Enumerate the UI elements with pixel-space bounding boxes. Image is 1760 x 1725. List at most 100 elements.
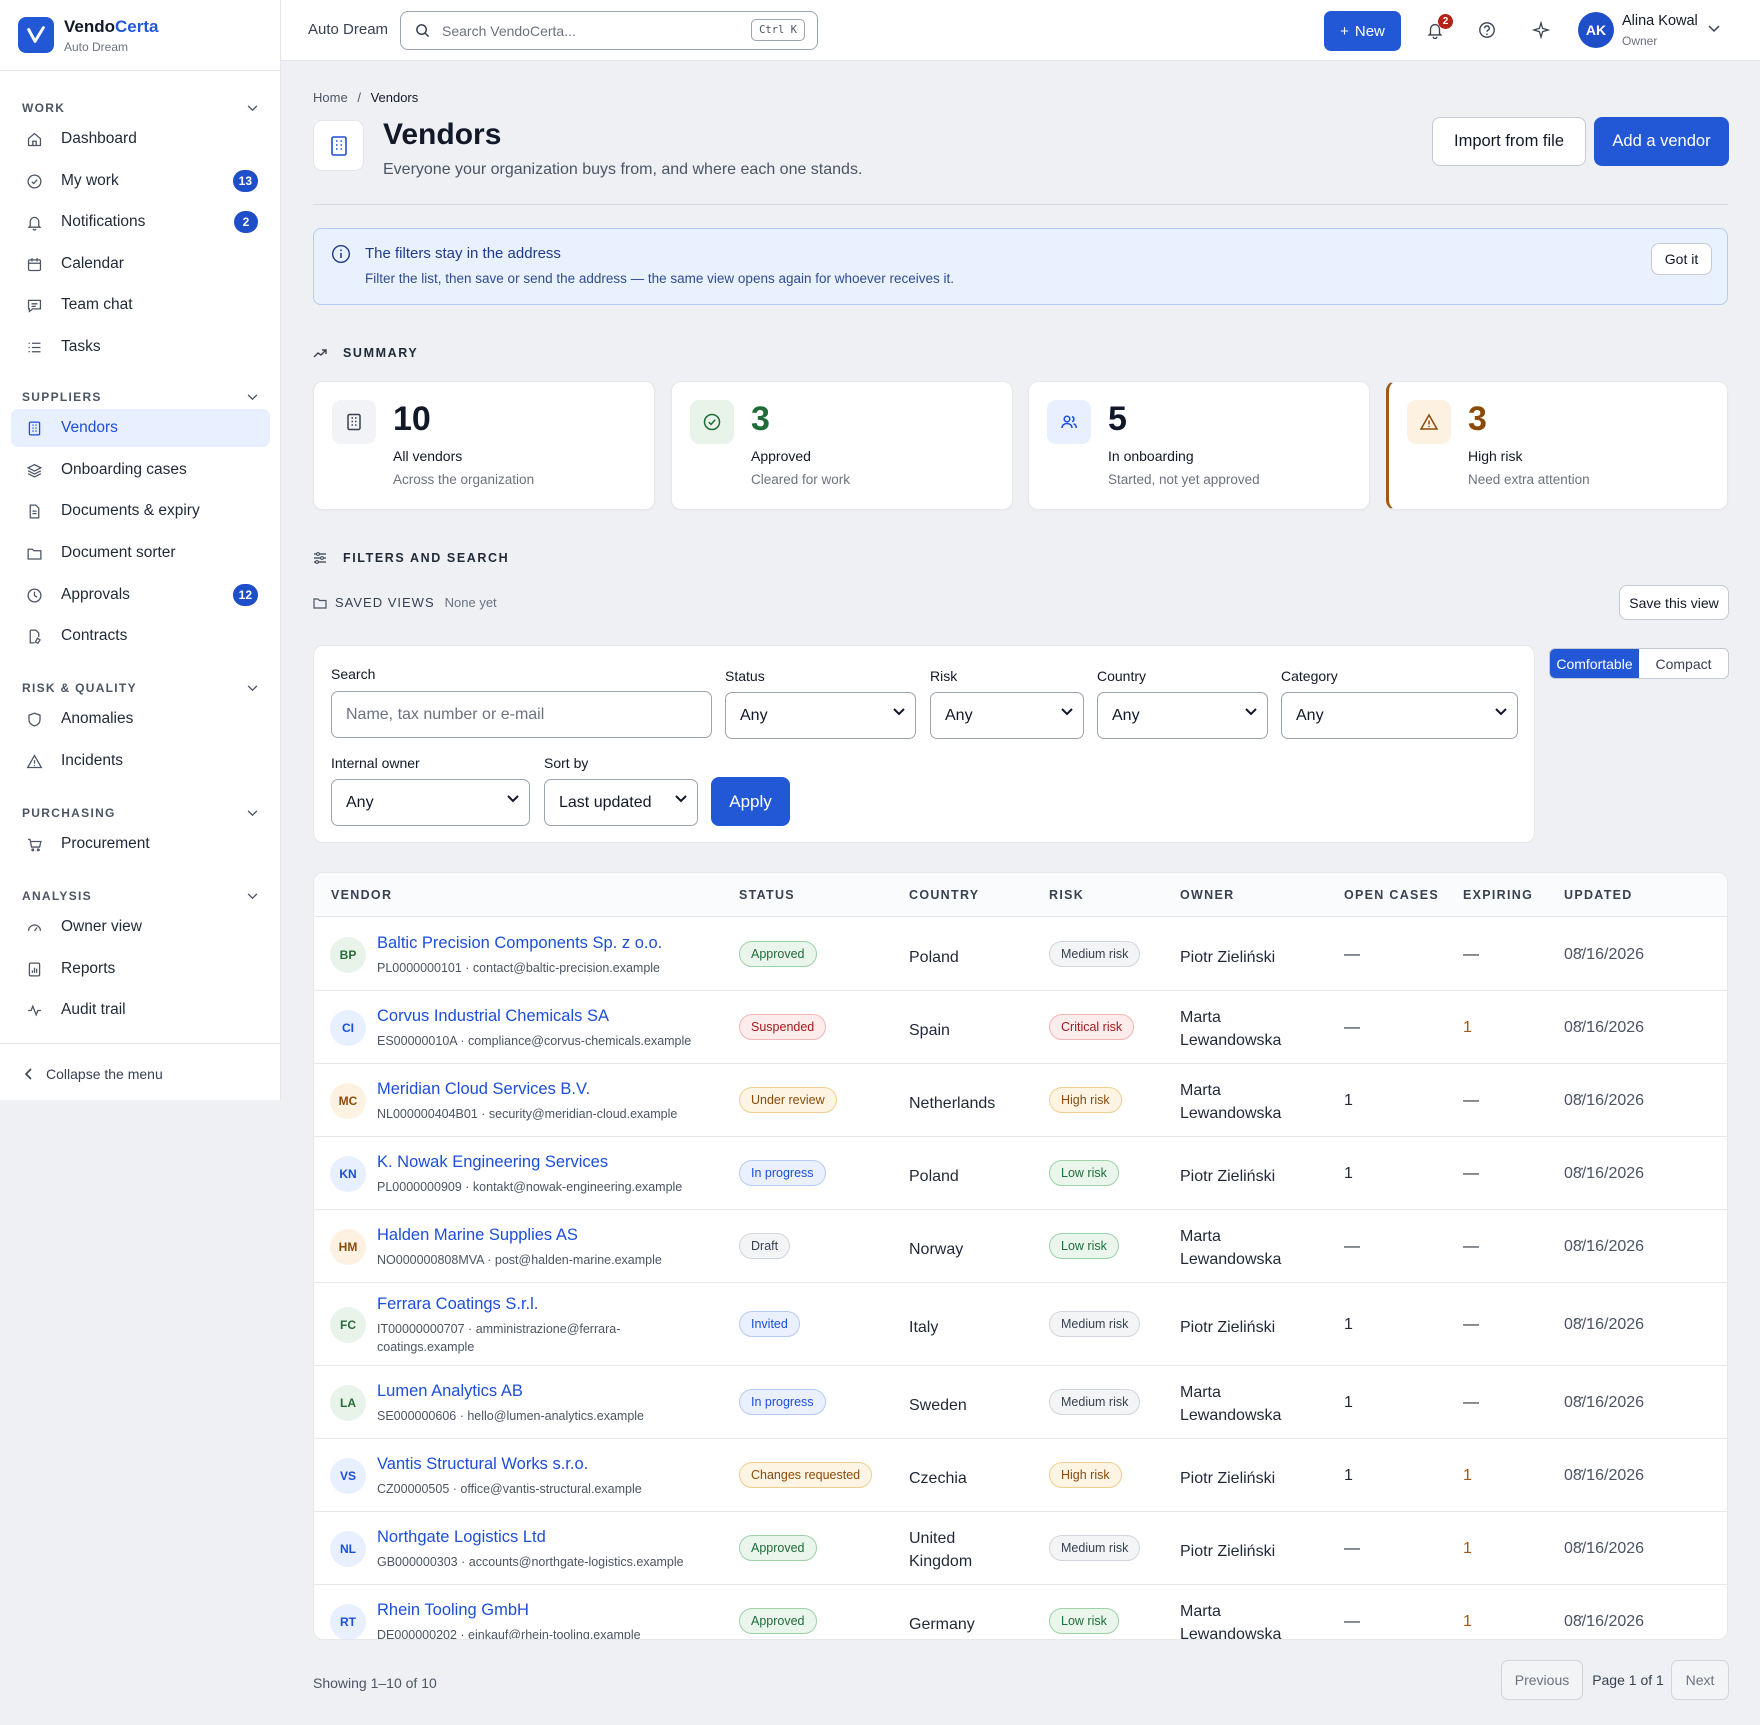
vendor-name-link[interactable]: Halden Marine Supplies AS <box>377 1226 578 1245</box>
more-actions-icon[interactable]: ··· <box>1573 1014 1592 1032</box>
sidebar-item-reports[interactable]: Reports <box>11 950 270 988</box>
status-badge: Draft <box>739 1232 791 1259</box>
sidebar-item-notifications[interactable]: Notifications 2 <box>11 203 270 241</box>
sidebar-item-vendors[interactable]: Vendors <box>11 409 270 447</box>
more-actions-icon[interactable]: ··· <box>1573 1311 1592 1329</box>
sidebar-item-documents-expiry[interactable]: Documents & expiry <box>11 492 270 530</box>
more-actions-icon[interactable]: ··· <box>1573 1233 1592 1251</box>
summary-card[interactable]: 5 In onboarding Started, not yet approve… <box>1028 381 1370 510</box>
vendor-name-link[interactable]: Baltic Precision Components Sp. z o.o. <box>377 934 662 953</box>
risk-select[interactable]: Any <box>930 692 1084 739</box>
summary-card[interactable]: 10 All vendors Across the organization <box>313 381 655 510</box>
table-row[interactable]: KN K. Nowak Engineering Services PL00000… <box>314 1137 1727 1210</box>
expiring-count: — <box>1463 1393 1479 1411</box>
column-header[interactable]: RISK <box>1049 888 1084 902</box>
next-button[interactable]: Next <box>1671 1660 1729 1700</box>
card-description: Started, not yet approved <box>1108 472 1260 487</box>
column-header[interactable]: OWNER <box>1180 888 1234 902</box>
new-button[interactable]: + New <box>1324 11 1401 51</box>
vendor-owner: Marta Lewandowska <box>1180 1602 1282 1640</box>
add-vendor-button[interactable]: Add a vendor <box>1594 117 1729 166</box>
vendor-name-link[interactable]: Vantis Structural Works s.r.o. <box>377 1455 588 1474</box>
vendor-search-input[interactable]: Name, tax number or e-mail <box>331 691 712 738</box>
help-icon[interactable] <box>1475 18 1499 42</box>
vendor-name-link[interactable]: Meridian Cloud Services B.V. <box>377 1080 590 1099</box>
chat-icon <box>25 296 43 314</box>
sparkle-icon[interactable] <box>1529 18 1553 42</box>
column-header[interactable]: COUNTRY <box>909 888 979 902</box>
vendor-name-link[interactable]: Northgate Logistics Ltd <box>377 1528 546 1547</box>
nav-group-2[interactable]: RISK & QUALITY <box>22 681 258 695</box>
sidebar-item-approvals[interactable]: Approvals 12 <box>11 576 270 614</box>
breadcrumb-home[interactable]: Home <box>313 90 348 105</box>
vendor-name-link[interactable]: Corvus Industrial Chemicals SA <box>377 1007 609 1026</box>
density-comfortable[interactable]: Comfortable <box>1550 649 1639 678</box>
table-row[interactable]: MC Meridian Cloud Services B.V. NL000000… <box>314 1064 1727 1137</box>
sidebar-item-contracts[interactable]: Contracts <box>11 617 270 655</box>
more-actions-icon[interactable]: ··· <box>1573 1608 1592 1626</box>
global-search[interactable]: Search VendoCerta... Ctrl K <box>400 11 818 50</box>
sidebar-item-anomalies[interactable]: Anomalies <box>11 700 270 738</box>
vendor-country: Spain <box>909 1021 950 1039</box>
column-header[interactable]: OPEN CASES <box>1344 888 1439 902</box>
user-name[interactable]: Alina Kowal <box>1622 13 1698 29</box>
sidebar-item-incidents[interactable]: Incidents <box>11 742 270 780</box>
table-row[interactable]: BP Baltic Precision Components Sp. z o.o… <box>314 918 1727 991</box>
vendor-name-link[interactable]: Ferrara Coatings S.r.l. <box>377 1295 538 1314</box>
vendor-name-link[interactable]: Rhein Tooling GmbH <box>377 1601 529 1620</box>
more-actions-icon[interactable]: ··· <box>1573 1535 1592 1553</box>
collapse-menu-button[interactable]: Collapse the menu <box>0 1043 281 1082</box>
dismiss-button[interactable]: Got it <box>1651 243 1712 275</box>
column-header[interactable]: VENDOR <box>331 888 392 902</box>
org-switcher[interactable]: Auto Dream <box>308 21 388 38</box>
sidebar-item-calendar[interactable]: Calendar <box>11 245 270 283</box>
sidebar-item-procurement[interactable]: Procurement <box>11 825 270 863</box>
status-select[interactable]: Any <box>725 692 916 739</box>
table-row[interactable]: NL Northgate Logistics Ltd GB000000303 ·… <box>314 1512 1727 1585</box>
table-row[interactable]: FC Ferrara Coatings S.r.l. IT00000000707… <box>314 1283 1727 1366</box>
previous-button[interactable]: Previous <box>1501 1660 1583 1700</box>
import-button[interactable]: Import from file <box>1432 117 1586 166</box>
more-actions-icon[interactable]: ··· <box>1573 941 1592 959</box>
vendor-name-link[interactable]: K. Nowak Engineering Services <box>377 1153 608 1172</box>
apply-button[interactable]: Apply <box>711 777 790 826</box>
more-actions-icon[interactable]: ··· <box>1573 1462 1592 1480</box>
density-compact[interactable]: Compact <box>1639 649 1728 678</box>
column-header[interactable]: STATUS <box>739 888 795 902</box>
more-actions-icon[interactable]: ··· <box>1573 1389 1592 1407</box>
bell-icon[interactable]: 2 <box>1423 14 1453 42</box>
nav-group-1[interactable]: SUPPLIERS <box>22 390 258 404</box>
save-view-button[interactable]: Save this view <box>1619 585 1729 620</box>
chevron-down-icon[interactable] <box>1708 25 1720 33</box>
table-row[interactable]: CI Corvus Industrial Chemicals SA ES0000… <box>314 991 1727 1064</box>
sidebar-item-onboarding-cases[interactable]: Onboarding cases <box>11 451 270 489</box>
country-select[interactable]: Any <box>1097 692 1268 739</box>
table-row[interactable]: RT Rhein Tooling GmbH DE000000202 · eink… <box>314 1585 1727 1640</box>
table-row[interactable]: HM Halden Marine Supplies AS NO000000808… <box>314 1210 1727 1283</box>
column-header[interactable]: EXPIRING <box>1463 888 1533 902</box>
nav-group-4[interactable]: ANALYSIS <box>22 889 258 903</box>
summary-card[interactable]: 3 High risk Need extra attention <box>1386 381 1728 510</box>
category-select[interactable]: Any <box>1281 692 1518 739</box>
table-row[interactable]: VS Vantis Structural Works s.r.o. CZ0000… <box>314 1439 1727 1512</box>
table-row[interactable]: LA Lumen Analytics AB SE000000606 · hell… <box>314 1366 1727 1439</box>
summary-card[interactable]: 3 Approved Cleared for work <box>671 381 1013 510</box>
sort-select[interactable]: Last updated <box>544 779 698 826</box>
more-actions-icon[interactable]: ··· <box>1573 1087 1592 1105</box>
sidebar-item-tasks[interactable]: Tasks <box>11 328 270 366</box>
nav-group-3[interactable]: PURCHASING <box>22 806 258 820</box>
sidebar-item-team-chat[interactable]: Team chat <box>11 286 270 324</box>
status-label: Status <box>725 668 765 684</box>
avatar[interactable]: AK <box>1578 12 1614 48</box>
owner-select[interactable]: Any <box>331 779 530 826</box>
sidebar-item-my-work[interactable]: My work 13 <box>11 162 270 200</box>
vendor-name-link[interactable]: Lumen Analytics AB <box>377 1382 523 1401</box>
sidebar-item-document-sorter[interactable]: Document sorter <box>11 534 270 572</box>
nav-group-0[interactable]: WORK <box>22 101 258 115</box>
sidebar-item-audit-trail[interactable]: Audit trail <box>11 991 270 1029</box>
sidebar-item-dashboard[interactable]: Dashboard <box>11 120 270 158</box>
brand[interactable]: VendoCerta Auto Dream <box>0 0 280 71</box>
more-actions-icon[interactable]: ··· <box>1573 1160 1592 1178</box>
sidebar-item-owner-view[interactable]: Owner view <box>11 908 270 946</box>
column-header[interactable]: UPDATED <box>1564 888 1633 902</box>
